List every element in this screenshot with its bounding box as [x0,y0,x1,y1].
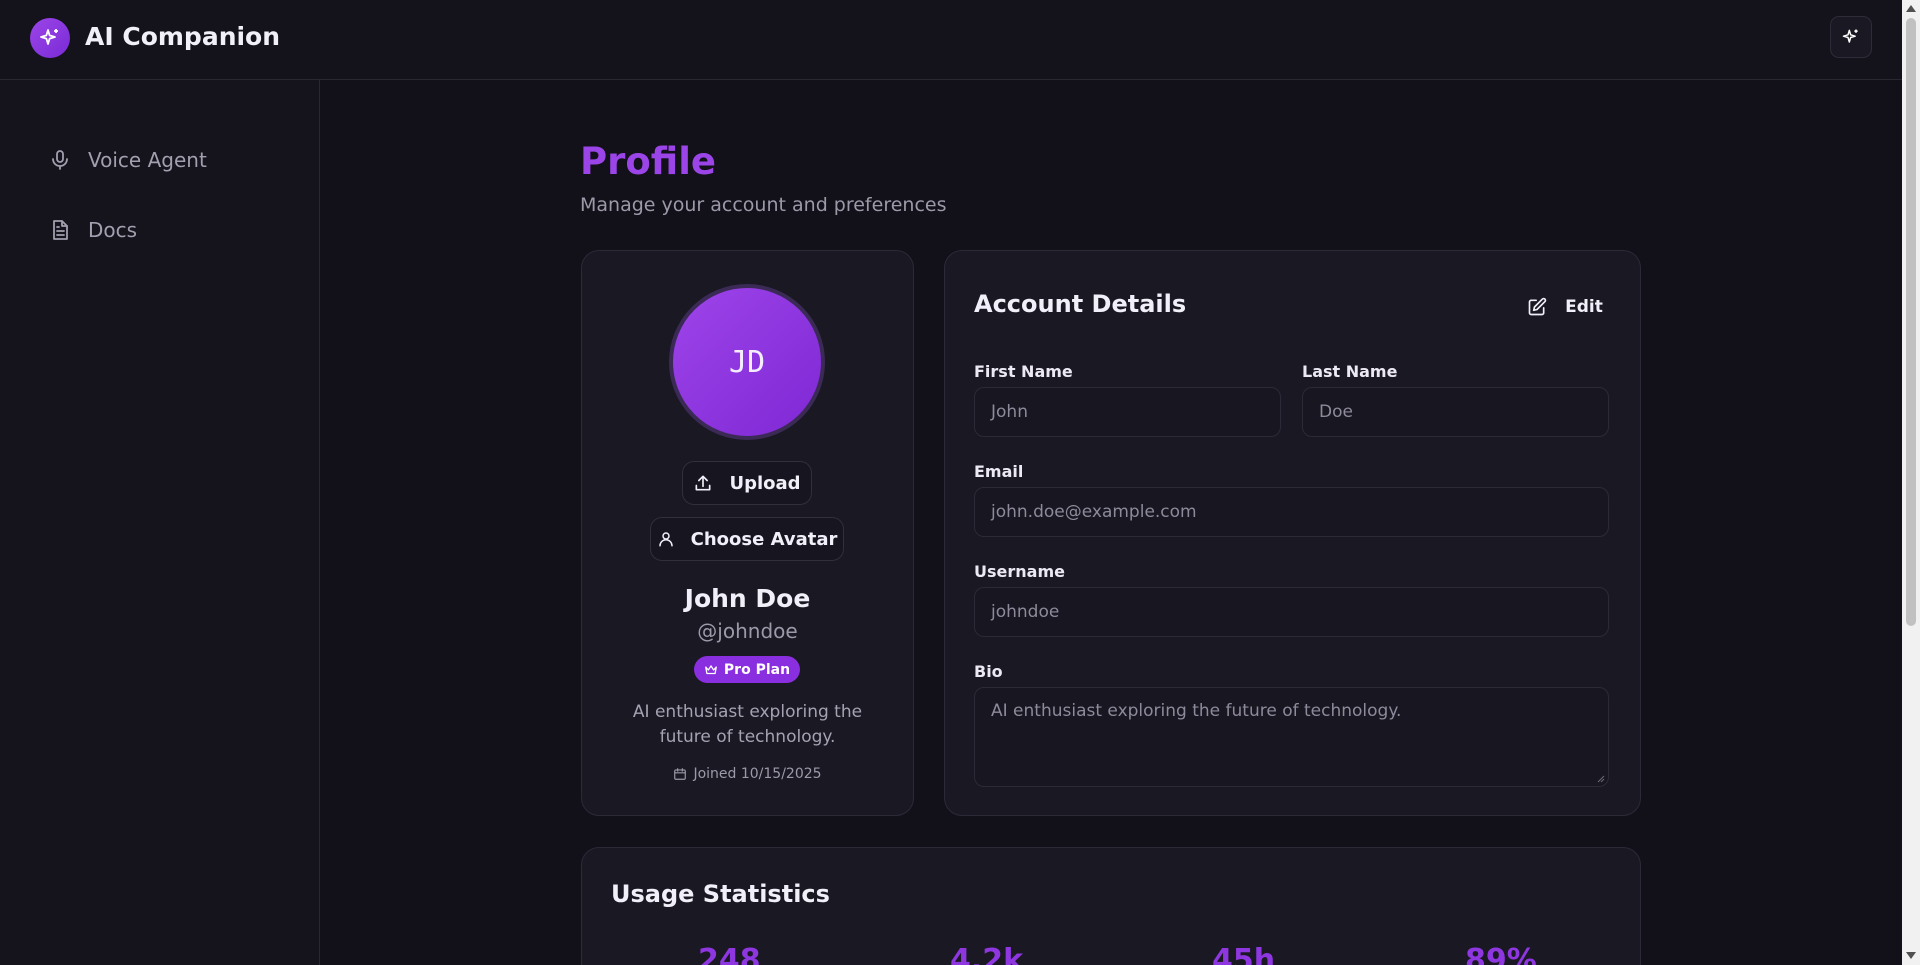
stat-value: 248 [698,943,761,965]
stat-value: 4.2k [950,943,1024,965]
usage-statistics-card: Usage Statistics 248 4.2k 45h 89% [581,847,1641,965]
bio-label: Bio [974,662,1003,681]
profile-card: JD Upload Choose Avatar John Doe @johndo… [581,250,914,816]
stat-value: 45h [1212,943,1276,965]
user-name: John Doe [684,584,811,613]
last-name-label: Last Name [1302,362,1398,381]
user-icon [658,532,673,547]
user-handle: @johndoe [697,619,798,643]
page-scrollbar[interactable] [1902,0,1920,965]
bio-textarea[interactable]: AI enthusiast exploring the future of te… [974,687,1609,787]
page-title: Profile [580,140,716,183]
email-label: Email [974,462,1024,481]
joined-date: Joined 10/15/2025 [582,766,913,782]
upload-icon [695,475,711,491]
sidebar-item-label: Docs [88,218,138,242]
scroll-down-arrow-icon[interactable] [1906,952,1916,959]
page-subtitle: Manage your account and preferences [580,194,947,216]
document-icon [53,220,68,240]
sparkles-icon [1842,29,1858,43]
crown-icon [705,664,717,674]
choose-avatar-label: Choose Avatar [690,528,838,550]
calendar-icon [674,768,687,780]
edit-button[interactable]: Edit [1520,289,1610,325]
stat-value: 89% [1465,943,1537,965]
usage-statistics-title: Usage Statistics [611,880,830,908]
sidebar-item-docs[interactable]: Docs [48,210,288,250]
avatar: JD [669,284,825,440]
scroll-up-arrow-icon[interactable] [1906,5,1916,12]
upload-button[interactable]: Upload [682,461,812,505]
joined-label: Joined 10/15/2025 [693,766,822,782]
bio-text: AI enthusiast exploring the future of te… [991,701,1402,721]
username-label: Username [974,562,1065,581]
last-name-field[interactable]: Doe [1302,387,1609,437]
plan-label: Pro Plan [723,661,791,678]
top-bar: AI Companion [0,0,1902,80]
account-details-card: Account Details Edit First Name John Las… [944,250,1641,816]
upload-label: Upload [729,472,801,494]
edit-label: Edit [1565,297,1603,317]
choose-avatar-button[interactable]: Choose Avatar [650,517,844,561]
username-field[interactable]: johndoe [974,587,1609,637]
edit-icon [1528,297,1547,316]
first-name-field[interactable]: John [974,387,1281,437]
microphone-icon [52,150,68,170]
sparkles-logo-icon [30,18,70,58]
sidebar: Voice Agent Docs [0,80,320,965]
sidebar-item-label: Voice Agent [88,148,207,172]
user-bio: AI enthusiast exploring the future of te… [632,702,863,747]
app-title: AI Companion [85,22,281,51]
scroll-thumb[interactable] [1906,18,1916,626]
first-name-label: First Name [974,362,1073,381]
email-field[interactable]: john.doe@example.com [974,487,1609,537]
sidebar-item-voice-agent[interactable]: Voice Agent [48,140,288,180]
plan-badge: Pro Plan [694,656,800,683]
ai-assistant-button[interactable] [1830,16,1872,58]
account-details-title: Account Details [974,290,1187,318]
resize-grip-icon[interactable] [1597,775,1605,783]
